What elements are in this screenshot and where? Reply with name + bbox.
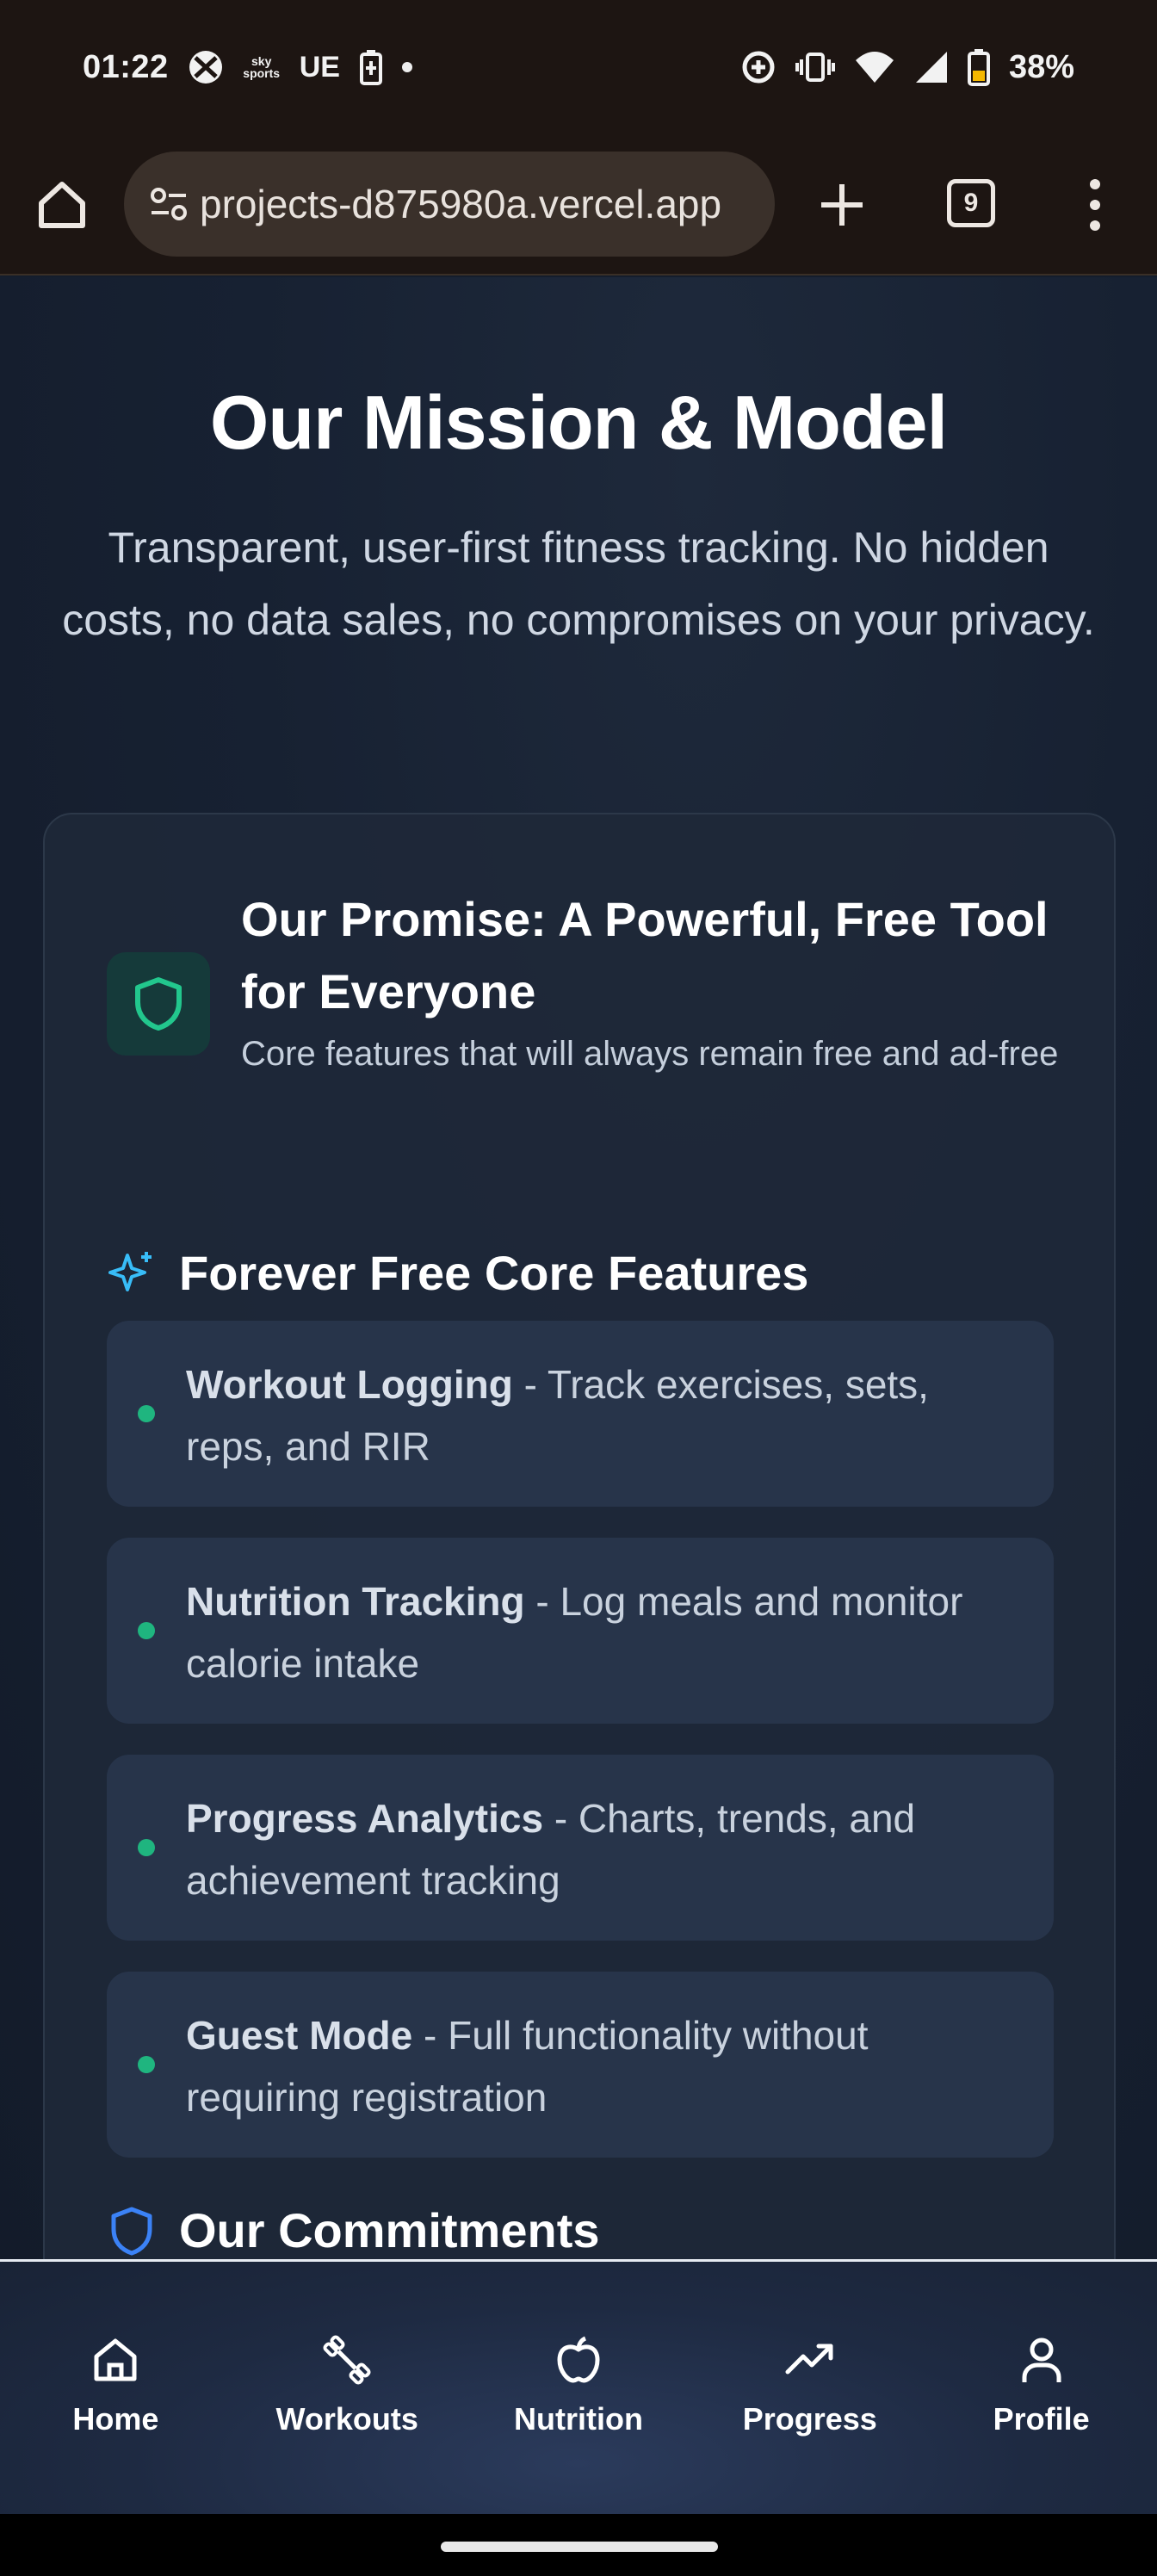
promise-description: Core features that will always remain fr… [241,1035,1059,1073]
page-subtitle: Transparent, user-first fitness tracking… [62,523,1095,644]
wifi-icon [854,50,895,84]
url-text[interactable]: projects-d875980a.vercel.app [200,181,751,227]
feature-bullet-icon [138,2056,155,2073]
data-saver-icon [740,49,776,85]
feature-bullet-icon [138,1839,155,1856]
site-settings-icon[interactable] [145,180,193,228]
shield-icon [135,977,182,1031]
status-time: 01:22 [83,48,169,85]
status-bar: 01:22 sky sports UE 38% [0,0,1157,134]
nav-workouts[interactable]: Workouts [232,2262,463,2514]
bottom-nav: Home Workouts Nutrition Progress Profile [0,2259,1157,2514]
nav-progress[interactable]: Progress [694,2262,925,2514]
feature-name: Nutrition Tracking [186,1579,525,1624]
more-vert-icon [1090,179,1100,231]
apple-icon [557,2336,600,2383]
nav-home[interactable]: Home [0,2262,232,2514]
feature-item: Guest Mode - Full functionality without … [107,1972,1054,2158]
nav-nutrition[interactable]: Nutrition [463,2262,695,2514]
nav-label: Nutrition [514,2401,643,2437]
nav-label: Progress [742,2401,877,2437]
feature-item: Workout Logging - Track exercises, sets,… [107,1321,1054,1507]
xbox-icon [188,49,224,85]
trending-up-icon [785,2344,833,2375]
feature-name: Workout Logging [186,1362,513,1407]
home-icon [39,182,85,228]
plus-icon [821,184,863,226]
gesture-handle[interactable] [441,2542,718,2552]
page-content: Our Mission & Model Transparent, user-fi… [0,277,1157,2261]
page-title: Our Mission & Model [209,380,948,465]
battery-saver-icon [359,49,383,85]
sparkles-icon [108,1251,152,1291]
battery-icon [967,48,990,86]
feature-name: Progress Analytics [186,1796,544,1841]
features-heading: Forever Free Core Features [107,1245,808,1301]
tab-switcher-button[interactable]: 9 [947,179,995,227]
vibrate-icon [795,49,835,85]
commitments-heading: Our Commitments [107,2202,600,2258]
nav-label: Home [72,2401,159,2437]
feature-bullet-icon [138,1405,155,1422]
address-bar[interactable]: projects-d875980a.vercel.app [124,152,775,257]
ue-indicator: UE [299,50,340,84]
features-heading-label: Forever Free Core Features [179,1246,809,1300]
feature-item: Nutrition Tracking - Log meals and monit… [107,1538,1054,1724]
battery-percent: 38% [1008,48,1074,85]
sky-sports-icon: sky sports [243,54,281,80]
nav-label: Profile [993,2401,1090,2437]
nav-label: Workouts [275,2401,418,2437]
nav-profile[interactable]: Profile [925,2262,1157,2514]
dumbbell-icon [323,2335,371,2385]
commitments-heading-label: Our Commitments [179,2203,600,2257]
shield-icon [111,2207,152,2255]
user-icon [1022,2338,1061,2382]
feature-name: Guest Mode [186,2013,413,2058]
new-tab-button[interactable] [814,177,869,232]
feature-bullet-icon [138,1622,155,1639]
promise-card: Our Promise: A Powerful, Free Tool for E… [43,813,1116,2261]
notification-dot-icon [401,62,412,72]
home-icon [94,2338,137,2381]
promise-title: Our Promise: A Powerful, Free Tool for E… [241,892,1049,1019]
browser-toolbar: projects-d875980a.vercel.app 9 [0,134,1157,276]
promise-icon-box [107,952,210,1056]
feature-item: Progress Analytics - Charts, trends, and… [107,1755,1054,1941]
browser-menu-button[interactable] [1078,172,1112,238]
cell-signal-icon [914,50,949,84]
browser-home-button[interactable] [34,177,90,232]
